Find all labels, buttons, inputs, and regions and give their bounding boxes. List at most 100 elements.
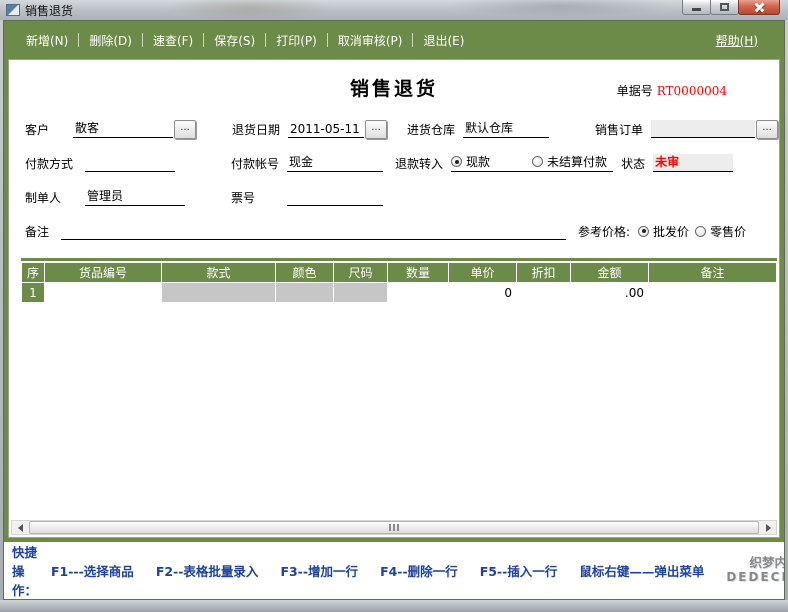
wholesale-price-radio[interactable]: 批发价 xyxy=(638,223,689,240)
customer-browse-button[interactable]: ... xyxy=(174,120,196,139)
minimize-button[interactable] xyxy=(682,0,711,15)
toolbar-print-button[interactable]: 打印(P) xyxy=(266,29,327,52)
window-controls xyxy=(683,0,788,20)
scroll-right-button[interactable] xyxy=(760,521,776,534)
ticket-field[interactable] xyxy=(287,188,383,206)
grid-top-border xyxy=(21,258,777,261)
payment-account-field[interactable]: 现金 xyxy=(287,154,383,172)
green-frame: 新增(N) 删除(D) 速查(F) 保存(S) 打印(P) 取消审核(P) 退出… xyxy=(4,21,784,542)
sales-order-browse-button[interactable]: ... xyxy=(756,120,778,139)
cell-seq: 1 xyxy=(22,283,44,302)
arrow-left-icon xyxy=(18,524,23,532)
title-bar: 销售退货 xyxy=(0,0,788,20)
refund-unsettled-label: 未结算付款 xyxy=(547,153,607,170)
retail-price-radio[interactable]: 零售价 xyxy=(695,223,746,240)
toolbar-exit-button[interactable]: 退出(E) xyxy=(413,29,474,52)
radio-icon xyxy=(695,226,706,237)
doc-number-value: RT0000004 xyxy=(657,84,727,98)
document-header: 销售退货 单据号RT0000004 xyxy=(9,60,779,112)
col-size[interactable]: 尺码 xyxy=(334,263,387,282)
doc-number: 单据号 RT0000004 xyxy=(617,82,727,99)
cell-qty[interactable] xyxy=(388,283,448,302)
watermark-line2: DEDECMS.COM xyxy=(726,571,785,585)
app-window: 销售退货 新增(N) 删除(D) 速查(F) 保存(S) 打印(P) 取消审核(… xyxy=(0,0,788,612)
col-discount[interactable]: 折扣 xyxy=(517,263,570,282)
toolbar-new-button[interactable]: 新增(N) xyxy=(16,29,78,52)
watermark: 织梦内容管理系统 DEDECMS.COM xyxy=(726,556,785,584)
form-row-2: 付款方式 付款帐号 现金 退款转入 现款 未结算付款 xyxy=(9,146,779,180)
col-color[interactable]: 颜色 xyxy=(276,263,333,282)
refund-cash-radio[interactable]: 现款 xyxy=(451,153,490,170)
col-item-code[interactable]: 货品编号 xyxy=(45,263,161,282)
sales-order-label: 销售订单 xyxy=(595,121,643,138)
document-panel: 销售退货 单据号RT0000004 客户 散客 ... 退货日期 2011-05… xyxy=(8,59,780,538)
toolbar: 新增(N) 删除(D) 速查(F) 保存(S) 打印(P) 取消审核(P) 退出… xyxy=(8,21,780,59)
creator-label: 制单人 xyxy=(25,189,85,206)
ref-price-label: 参考价格: xyxy=(578,223,630,240)
form-row-3: 制单人 管理员 票号 xyxy=(9,180,779,214)
shortcut-f1: F1---选择商品 xyxy=(51,561,134,580)
shortcut-f3: F3--增加一行 xyxy=(280,561,358,580)
app-frame: 新增(N) 删除(D) 速查(F) 保存(S) 打印(P) 取消审核(P) 退出… xyxy=(3,20,785,600)
cell-remark[interactable] xyxy=(649,283,776,302)
toolbar-save-button[interactable]: 保存(S) xyxy=(204,29,265,52)
retail-price-label: 零售价 xyxy=(710,223,746,240)
remark-label: 备注 xyxy=(25,223,61,240)
shortcut-label: 快捷操作： xyxy=(12,542,37,599)
customer-label: 客户 xyxy=(25,121,73,138)
col-unit-price[interactable]: 单价 xyxy=(449,263,516,282)
warehouse-field[interactable]: 默认仓库 xyxy=(463,120,549,138)
app-icon xyxy=(6,4,20,16)
return-date-label: 退货日期 xyxy=(232,121,280,138)
maximize-button[interactable] xyxy=(710,0,739,15)
creator-field[interactable]: 管理员 xyxy=(85,188,185,206)
col-remark[interactable]: 备注 xyxy=(649,263,776,282)
horizontal-scrollbar[interactable] xyxy=(11,520,777,535)
toolbar-help-button[interactable]: 帮助(H) xyxy=(702,29,772,52)
toolbar-delete-button[interactable]: 删除(D) xyxy=(79,29,142,52)
cell-color[interactable] xyxy=(276,283,333,302)
customer-field[interactable]: 散客 xyxy=(73,120,173,138)
cell-size[interactable] xyxy=(334,283,387,302)
maximize-icon xyxy=(720,3,729,11)
cell-item-code[interactable] xyxy=(45,283,161,302)
warehouse-label: 进货仓库 xyxy=(407,121,455,138)
payment-method-field[interactable] xyxy=(85,154,175,172)
status-bar: 快捷操作： F1---选择商品 F2--表格批量录入 F3--增加一行 F4--… xyxy=(4,542,784,599)
sales-order-field[interactable] xyxy=(651,120,755,138)
cell-amount[interactable]: .00 xyxy=(571,283,648,302)
radio-icon xyxy=(451,156,462,167)
return-date-field[interactable]: 2011-05-11 xyxy=(288,120,364,138)
col-style[interactable]: 款式 xyxy=(162,263,275,282)
shortcut-right-click: 鼠标右键——弹出菜单 xyxy=(579,561,704,580)
window-bottom-frame xyxy=(0,600,788,612)
watermark-line1: 织梦内容管理系统 xyxy=(726,556,785,570)
form-row-4: 备注 参考价格: 批发价 零售价 xyxy=(9,214,779,248)
col-amount[interactable]: 金额 xyxy=(571,263,648,282)
scrollbar-thumb[interactable] xyxy=(29,521,759,534)
cell-unit-price[interactable]: 0 xyxy=(449,283,516,302)
toolbar-quick-search-button[interactable]: 速查(F) xyxy=(143,29,203,52)
status-label: 状态 xyxy=(621,155,645,172)
shortcut-f4: F4--删除一行 xyxy=(380,561,458,580)
grid-header-row: 序 货品编号 款式 颜色 尺码 数量 单价 折扣 金额 备注 xyxy=(22,263,776,282)
refund-unsettled-radio[interactable]: 未结算付款 xyxy=(532,153,607,170)
radio-icon xyxy=(532,156,543,167)
arrow-right-icon xyxy=(766,524,771,532)
radio-icon xyxy=(638,226,649,237)
close-button[interactable] xyxy=(738,0,780,15)
refund-to-label: 退款转入 xyxy=(395,155,443,172)
cell-discount[interactable] xyxy=(517,283,570,302)
return-date-browse-button[interactable]: ... xyxy=(365,120,387,139)
col-qty[interactable]: 数量 xyxy=(388,263,448,282)
refund-to-options: 现款 未结算付款 xyxy=(451,154,613,172)
ticket-label: 票号 xyxy=(231,189,255,206)
remark-field[interactable] xyxy=(61,222,566,240)
cell-style[interactable] xyxy=(162,283,275,302)
payment-method-label: 付款方式 xyxy=(25,155,85,172)
doc-number-label: 单据号 xyxy=(617,84,653,98)
toolbar-cancel-audit-button[interactable]: 取消审核(P) xyxy=(328,29,413,52)
wholesale-price-label: 批发价 xyxy=(653,223,689,240)
col-seq[interactable]: 序 xyxy=(22,263,44,282)
scroll-left-button[interactable] xyxy=(12,521,28,534)
